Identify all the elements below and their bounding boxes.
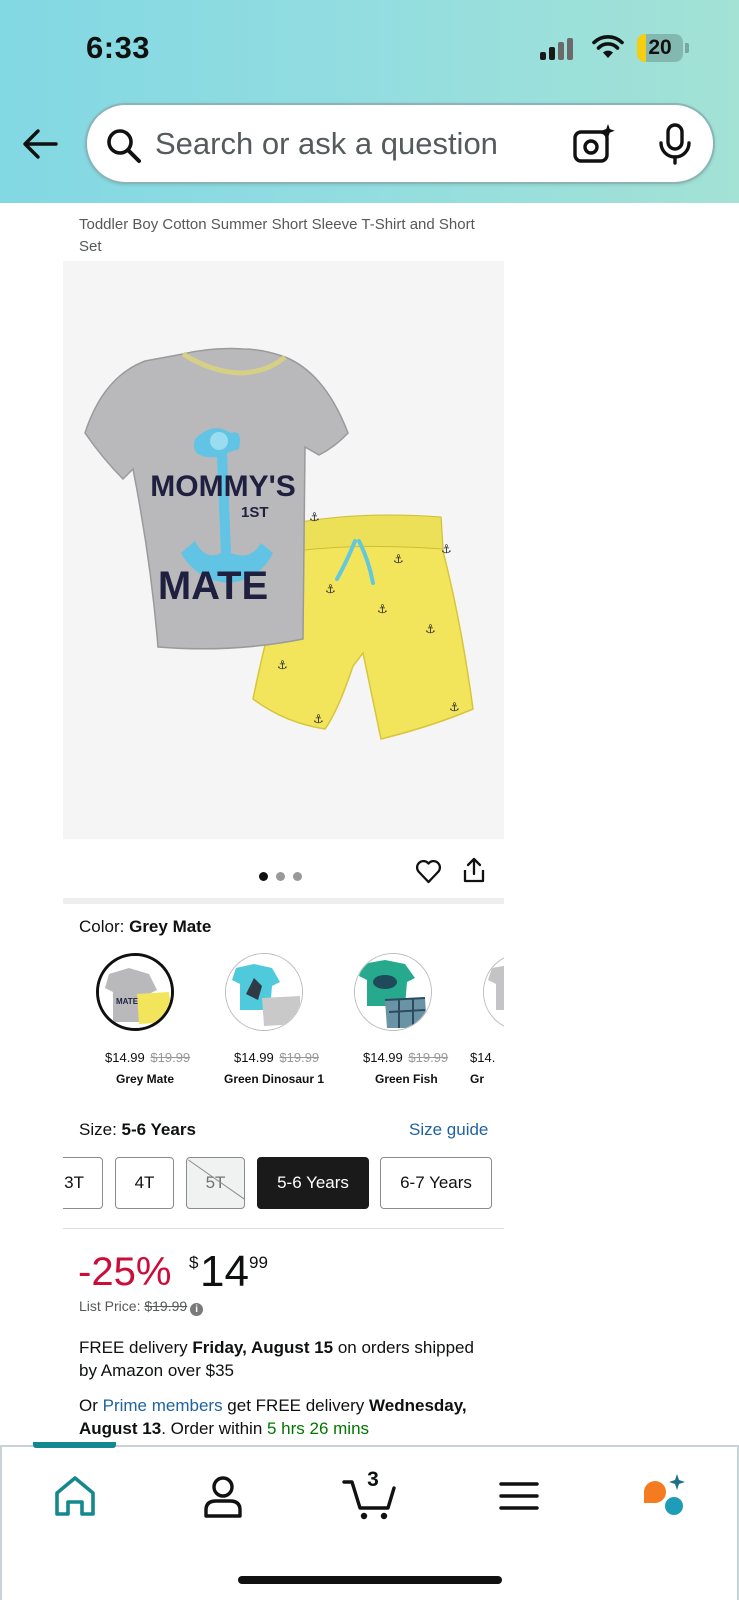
color-label: Color: Grey Mate	[79, 917, 212, 936]
svg-text:⚓: ⚓	[325, 582, 336, 596]
wifi-icon	[592, 35, 624, 58]
svg-text:⚓: ⚓	[425, 622, 436, 636]
list-price: List Price: $19.99 i	[79, 1298, 204, 1316]
search-bar[interactable]	[85, 103, 715, 184]
size-option-5-6-years[interactable]: 5-6 Years	[257, 1157, 369, 1209]
color-option-green-dinosaur-1[interactable]: $14.99 $19.99 Green Dinosaur 1	[204, 950, 324, 1090]
product-image[interactable]: ⚓ ⚓ ⚓ ⚓ ⚓ ⚓ ⚓ ⚓ ⚓ MOMMY'S 1ST MATE	[63, 261, 504, 839]
battery-percent: 20	[648, 36, 672, 59]
svg-text:⚓: ⚓	[309, 510, 320, 524]
order-countdown: 5 hrs 26 mins	[267, 1419, 370, 1438]
image-carousel-dots[interactable]	[259, 868, 310, 881]
size-option-4t[interactable]: 4T	[115, 1157, 174, 1209]
svg-text:⚓: ⚓	[441, 542, 452, 556]
shirt-text-mate: MATE	[158, 564, 268, 608]
cart-count-badge: 3	[367, 1468, 379, 1491]
status-time: 6:33	[86, 30, 151, 65]
product-photo: ⚓ ⚓ ⚓ ⚓ ⚓ ⚓ ⚓ ⚓ ⚓ MOMMY'S 1ST MATE	[84, 347, 474, 740]
color-swatches[interactable]: MATE $14.99 $19.99 Grey Mate $14.99 $19.…	[63, 950, 504, 1090]
cart-button[interactable]: 3	[342, 1468, 402, 1522]
microphone-icon[interactable]	[655, 122, 695, 166]
svg-text:⚓: ⚓	[277, 658, 288, 672]
svg-text:⚓: ⚓	[313, 712, 324, 726]
account-icon[interactable]	[196, 1470, 250, 1522]
selected-color: Grey Mate	[129, 917, 212, 936]
carousel-dot[interactable]	[259, 872, 268, 881]
selected-size: 5-6 Years	[121, 1120, 196, 1139]
svg-text:⚓: ⚓	[449, 700, 460, 714]
back-arrow-icon[interactable]	[20, 124, 60, 164]
home-indicator	[238, 1576, 502, 1584]
size-option-5t[interactable]: 5T	[186, 1157, 245, 1209]
header: 6:33 20	[0, 0, 739, 203]
prime-delivery-info: Or Prime members get FREE delivery Wedne…	[79, 1396, 467, 1438]
size-option-3t[interactable]: 3T	[63, 1157, 103, 1209]
info-icon[interactable]: i	[190, 1303, 204, 1316]
home-icon[interactable]	[48, 1470, 102, 1522]
menu-icon[interactable]	[492, 1470, 546, 1522]
section-divider	[63, 1228, 504, 1229]
section-divider	[63, 898, 504, 904]
prime-members-link[interactable]: Prime members	[103, 1396, 223, 1415]
camera-lens-icon[interactable]	[572, 122, 616, 166]
shirt-text-mommys: MOMMY'S	[150, 470, 295, 503]
shirt-text-1st: 1ST	[241, 504, 269, 521]
search-icon	[107, 129, 141, 163]
carousel-dot[interactable]	[276, 872, 285, 881]
rufus-assistant-icon[interactable]	[638, 1470, 692, 1522]
carousel-dot[interactable]	[293, 872, 302, 881]
share-icon[interactable]	[461, 856, 487, 884]
svg-text:MATE: MATE	[116, 997, 139, 1006]
size-label: Size: 5-6 Years	[79, 1120, 196, 1139]
size-option-6-7-years[interactable]: 6-7 Years	[380, 1157, 492, 1209]
heart-icon[interactable]	[415, 858, 442, 885]
color-option-partial[interactable]: $14. Gr	[462, 950, 504, 1090]
battery-icon: 20	[637, 34, 689, 62]
svg-text:⚓: ⚓	[377, 602, 388, 616]
product-title[interactable]: Toddler Boy Cotton Summer Short Sleeve T…	[79, 214, 489, 258]
size-options[interactable]: 3T 4T 5T 5-6 Years 6-7 Years	[63, 1157, 504, 1210]
discount-percent: -25%	[78, 1250, 172, 1294]
delivery-info: FREE delivery Friday, August 15 on order…	[79, 1338, 474, 1380]
svg-text:⚓: ⚓	[393, 552, 404, 566]
cellular-signal-icon	[540, 38, 578, 60]
search-input[interactable]	[155, 119, 545, 169]
color-option-green-fish[interactable]: $14.99 $19.99 Green Fish	[333, 950, 453, 1090]
active-tab-indicator	[33, 1442, 116, 1448]
color-option-grey-mate[interactable]: MATE $14.99 $19.99 Grey Mate	[75, 950, 195, 1090]
size-guide-link[interactable]: Size guide	[409, 1120, 488, 1140]
